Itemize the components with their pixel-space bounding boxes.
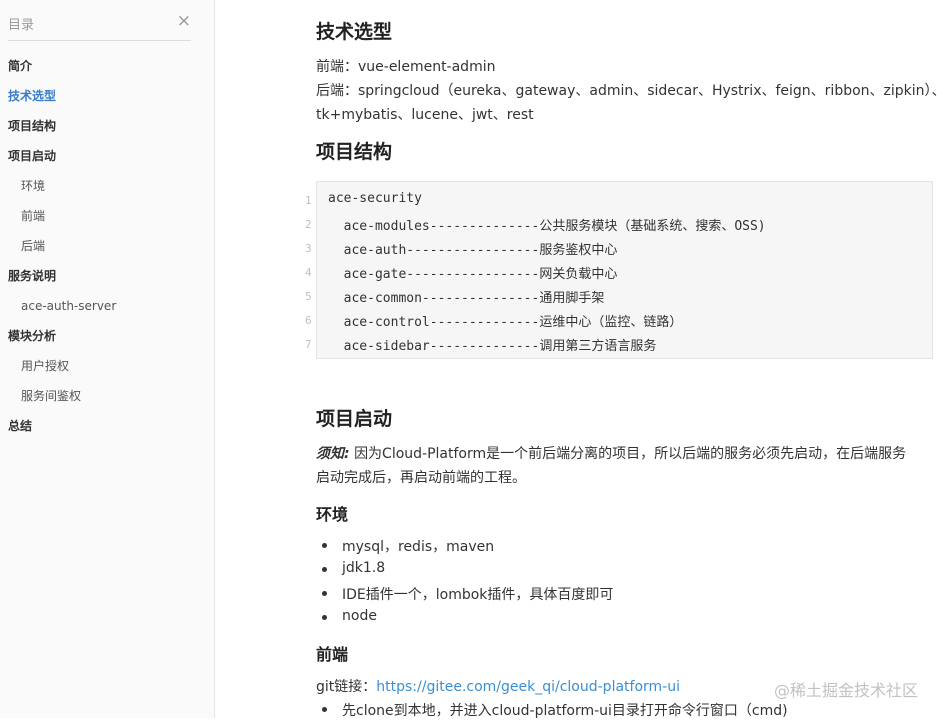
code-line: ace-modules--------------公共服务模块（基础系统、搜索、…	[328, 219, 766, 234]
list-item-text: IDE插件一个，lombok插件，具体百度即可	[342, 587, 614, 603]
code-line: ace-control--------------运维中心（监控、链路）	[328, 315, 683, 330]
code-line: ace-gate-----------------网关负载中心	[328, 267, 618, 282]
list-item-text: node	[342, 608, 377, 624]
tech-selection-heading: 技术选型	[316, 21, 393, 43]
line-number: 3	[305, 242, 312, 255]
notice-line-cont: 启动完成后，再启动前端的工程。	[316, 470, 526, 486]
close-icon[interactable]: ×	[177, 11, 191, 31]
line-number: 5	[305, 290, 312, 303]
toc-item-service-desc[interactable]: 服务说明	[8, 268, 56, 284]
code-block: 1 ace-security 2 ace-modules------------…	[305, 181, 933, 359]
bullet	[322, 591, 327, 596]
line-number: 7	[305, 338, 312, 351]
project-structure-heading: 项目结构	[316, 141, 393, 163]
list-item-text: jdk1.8	[342, 560, 386, 576]
project-startup-heading: 项目启动	[316, 408, 393, 430]
backend-tech-line-cont: tk+mybatis、lucene、jwt、rest	[316, 107, 534, 123]
toc-item-ace-auth-server[interactable]: ace-auth-server	[21, 298, 116, 314]
code-line: ace-common---------------通用脚手架	[328, 291, 605, 306]
git-link-line: git链接：https://gitee.com/geek_qi/cloud-pl…	[316, 676, 680, 696]
code-line: ace-auth-----------------服务鉴权中心	[328, 243, 618, 258]
bullet	[322, 707, 327, 712]
code-line: ace-sidebar--------------调用第三方语言服务	[328, 339, 657, 354]
notice-label: 须知:	[316, 446, 350, 462]
line-number: 6	[305, 314, 312, 327]
bullet	[322, 543, 327, 548]
toc-item-intro[interactable]: 简介	[8, 58, 32, 74]
notice-line: 须知: 因为Cloud-Platform是一个前后端分离的项目，所以后端的服务必…	[316, 443, 906, 463]
frontend-heading: 前端	[316, 645, 349, 664]
frontend-tech-line: 前端：vue-element-admin	[316, 59, 496, 75]
toc-item-backend[interactable]: 后端	[21, 238, 45, 254]
bullet	[322, 567, 327, 572]
toc-title: 目录	[8, 18, 35, 33]
toc-item-summary[interactable]: 总结	[8, 418, 32, 434]
list-item-text: 先clone到本地，并进入cloud-platform-ui目录打开命令行窗口（…	[342, 703, 788, 719]
toc-sidebar: 目录 × 简介 技术选型 项目结构 项目启动 环境 前端 后端 服务说明 ace…	[0, 0, 215, 718]
toc-header: 目录 ×	[8, 11, 191, 41]
toc-item-environment[interactable]: 环境	[21, 178, 45, 194]
line-number: 4	[305, 266, 312, 279]
watermark: @稀土掘金技术社区	[773, 681, 918, 700]
git-link-label: git链接：	[316, 679, 377, 695]
backend-tech-line: 后端：springcloud（eureka、gateway、admin、side…	[316, 83, 937, 99]
environment-heading: 环境	[316, 505, 349, 524]
git-repo-link[interactable]: https://gitee.com/geek_qi/cloud-platform…	[376, 679, 680, 695]
toc-item-module-analysis[interactable]: 模块分析	[8, 328, 56, 344]
line-number: 1	[305, 194, 312, 207]
toc-item-tech-selection[interactable]: 技术选型	[8, 88, 56, 104]
list-item-text: mysql，redis，maven	[342, 539, 495, 555]
toc-item-project-startup[interactable]: 项目启动	[8, 148, 56, 164]
toc-item-project-structure[interactable]: 项目结构	[8, 118, 56, 134]
bullet	[322, 615, 327, 620]
code-line: ace-security	[328, 191, 422, 206]
toc-item-user-auth[interactable]: 用户授权	[21, 358, 69, 374]
toc-item-service-auth[interactable]: 服务间鉴权	[21, 388, 81, 404]
toc-item-frontend[interactable]: 前端	[21, 208, 45, 224]
line-number: 2	[305, 218, 312, 231]
notice-text: 因为Cloud-Platform是一个前后端分离的项目，所以后端的服务必须先启动…	[354, 446, 907, 462]
